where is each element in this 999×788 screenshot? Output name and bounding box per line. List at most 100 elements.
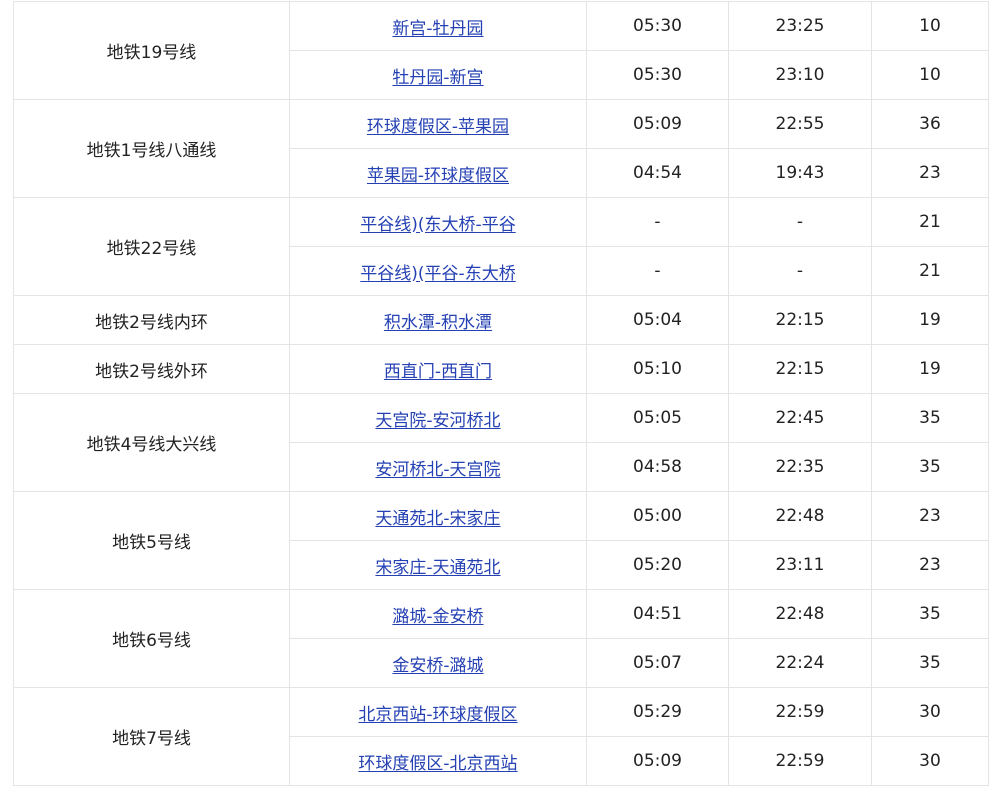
direction-cell: 安河桥北-天宫院 — [289, 442, 587, 492]
last-train-time: - — [728, 197, 872, 247]
line-name-cell: 地铁4号线大兴线 — [13, 393, 290, 492]
direction-cell: 环球度假区-苹果园 — [289, 99, 587, 149]
direction-cell: 北京西站-环球度假区 — [289, 687, 587, 737]
first-train-time: 05:09 — [586, 99, 729, 149]
last-train-time: 22:48 — [728, 491, 872, 541]
direction-cell: 潞城-金安桥 — [289, 589, 587, 639]
direction-cell: 环球度假区-北京西站 — [289, 736, 587, 786]
line-name-cell: 地铁1号线八通线 — [13, 99, 290, 198]
first-train-time: 05:29 — [586, 687, 729, 737]
last-train-time: 23:10 — [728, 50, 872, 100]
interval-minutes: 35 — [871, 442, 989, 492]
line-name-cell: 地铁2号线外环 — [13, 344, 290, 394]
last-train-time: 22:15 — [728, 295, 872, 345]
last-train-time: 22:45 — [728, 393, 872, 443]
interval-minutes: 35 — [871, 638, 989, 688]
direction-cell: 宋家庄-天通苑北 — [289, 540, 587, 590]
direction-link[interactable]: 牡丹园-新宫 — [392, 68, 483, 88]
first-train-time: 04:54 — [586, 148, 729, 198]
direction-link[interactable]: 环球度假区-北京西站 — [358, 754, 517, 774]
first-train-time: - — [586, 246, 729, 296]
interval-minutes: 36 — [871, 99, 989, 149]
direction-cell: 苹果园-环球度假区 — [289, 148, 587, 198]
direction-link[interactable]: 苹果园-环球度假区 — [367, 166, 509, 186]
schedule-table-body: 地铁19号线 新宫-牡丹园 05:30 23:25 10 牡丹园-新宫 05:30 23:10… — [13, 1, 989, 786]
interval-minutes: 10 — [871, 1, 989, 51]
direction-link[interactable]: 积水潭-积水潭 — [384, 313, 492, 333]
interval-minutes: 19 — [871, 344, 989, 394]
direction-link[interactable]: 潞城-金安桥 — [392, 607, 483, 627]
first-train-time: 05:20 — [586, 540, 729, 590]
table-row: 地铁4号线大兴线 天宫院-安河桥北 05:05 22:45 35 — [13, 393, 989, 492]
direction-cell: 积水潭-积水潭 — [289, 295, 587, 345]
direction-cell: 平谷线)(平谷-东大桥 — [289, 246, 587, 296]
first-train-time: 05:04 — [586, 295, 729, 345]
first-train-time: 05:00 — [586, 491, 729, 541]
last-train-time: 22:55 — [728, 99, 872, 149]
line-name-cell: 地铁5号线 — [13, 491, 290, 590]
table-row: 地铁6号线 潞城-金安桥 04:51 22:48 35 — [13, 589, 989, 688]
line-name-cell: 地铁2号线内环 — [13, 295, 290, 345]
direction-link[interactable]: 北京西站-环球度假区 — [358, 705, 517, 725]
interval-minutes: 19 — [871, 295, 989, 345]
direction-link[interactable]: 天宫院-安河桥北 — [375, 411, 500, 431]
interval-minutes: 35 — [871, 589, 989, 639]
direction-link[interactable]: 新宫-牡丹园 — [392, 19, 483, 39]
first-train-time: 04:51 — [586, 589, 729, 639]
table-row: 地铁5号线 天通苑北-宋家庄 05:00 22:48 23 — [13, 491, 989, 590]
table-row: 地铁2号线外环 西直门-西直门 05:10 22:15 19 — [13, 344, 989, 394]
direction-cell: 金安桥-潞城 — [289, 638, 587, 688]
last-train-time: 22:15 — [728, 344, 872, 394]
last-train-time: 23:11 — [728, 540, 872, 590]
direction-link[interactable]: 平谷线)(平谷-东大桥 — [360, 264, 515, 284]
last-train-time: 22:59 — [728, 736, 872, 786]
table-row: 地铁1号线八通线 环球度假区-苹果园 05:09 22:55 36 — [13, 99, 989, 198]
first-train-time: 05:30 — [586, 50, 729, 100]
first-train-time: 05:05 — [586, 393, 729, 443]
subway-schedule-table: 地铁19号线 新宫-牡丹园 05:30 23:25 10 牡丹园-新宫 05:30 23:10… — [13, 1, 989, 786]
table-row: 地铁2号线内环 积水潭-积水潭 05:04 22:15 19 — [13, 295, 989, 345]
interval-minutes: 10 — [871, 50, 989, 100]
interval-minutes: 30 — [871, 687, 989, 737]
last-train-time: 22:48 — [728, 589, 872, 639]
last-train-time: 19:43 — [728, 148, 872, 198]
first-train-time: 04:58 — [586, 442, 729, 492]
interval-minutes: 23 — [871, 491, 989, 541]
line-name-cell: 地铁6号线 — [13, 589, 290, 688]
line-name-cell: 地铁7号线 — [13, 687, 290, 786]
direction-link[interactable]: 安河桥北-天宫院 — [375, 460, 500, 480]
direction-cell: 天宫院-安河桥北 — [289, 393, 587, 443]
direction-cell: 天通苑北-宋家庄 — [289, 491, 587, 541]
interval-minutes: 21 — [871, 246, 989, 296]
direction-cell: 新宫-牡丹园 — [289, 1, 587, 51]
first-train-time: 05:30 — [586, 1, 729, 51]
first-train-time: 05:07 — [586, 638, 729, 688]
last-train-time: 22:24 — [728, 638, 872, 688]
direction-link[interactable]: 平谷线)(东大桥-平谷 — [360, 215, 515, 235]
interval-minutes: 23 — [871, 540, 989, 590]
last-train-time: 23:25 — [728, 1, 872, 51]
interval-minutes: 30 — [871, 736, 989, 786]
last-train-time: 22:59 — [728, 687, 872, 737]
interval-minutes: 35 — [871, 393, 989, 443]
interval-minutes: 21 — [871, 197, 989, 247]
table-row: 地铁22号线 平谷线)(东大桥-平谷 - -21 — [13, 197, 989, 296]
direction-link[interactable]: 天通苑北-宋家庄 — [375, 509, 500, 529]
last-train-time: 22:35 — [728, 442, 872, 492]
table-row: 地铁7号线 北京西站-环球度假区 05:29 22:59 30 — [13, 687, 989, 786]
direction-link[interactable]: 金安桥-潞城 — [392, 656, 483, 676]
line-name-cell: 地铁22号线 — [13, 197, 290, 296]
line-name-cell: 地铁19号线 — [13, 1, 290, 100]
direction-cell: 牡丹园-新宫 — [289, 50, 587, 100]
direction-link[interactable]: 宋家庄-天通苑北 — [375, 558, 500, 578]
direction-link[interactable]: 西直门-西直门 — [384, 362, 492, 382]
first-train-time: 05:10 — [586, 344, 729, 394]
first-train-time: - — [586, 197, 729, 247]
first-train-time: 05:09 — [586, 736, 729, 786]
last-train-time: - — [728, 246, 872, 296]
direction-link[interactable]: 环球度假区-苹果园 — [367, 117, 509, 137]
direction-cell: 平谷线)(东大桥-平谷 — [289, 197, 587, 247]
direction-cell: 西直门-西直门 — [289, 344, 587, 394]
interval-minutes: 23 — [871, 148, 989, 198]
table-row: 地铁19号线 新宫-牡丹园 05:30 23:25 10 — [13, 1, 989, 100]
